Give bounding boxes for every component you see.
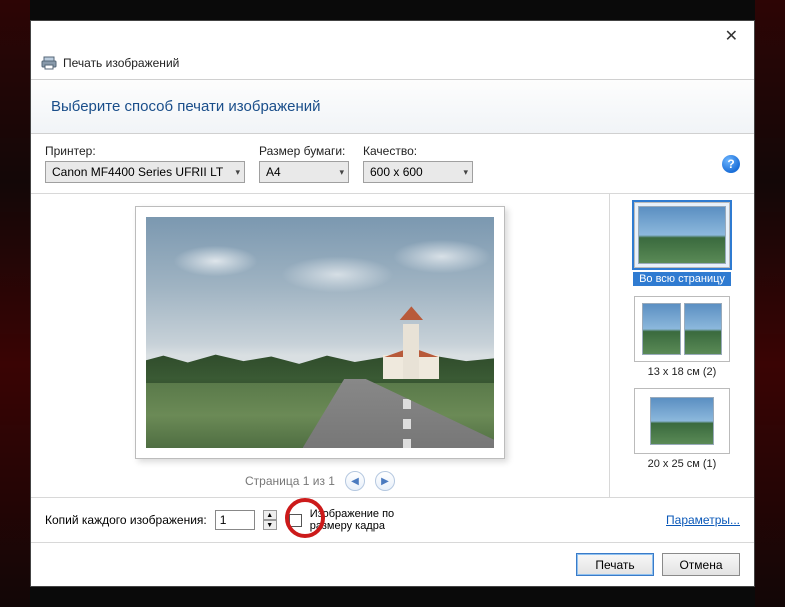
page-preview: [135, 206, 505, 459]
preview-image: [146, 217, 494, 448]
print-button[interactable]: Печать: [576, 553, 654, 576]
next-page-button[interactable]: ▶: [375, 471, 395, 491]
spin-down-button[interactable]: ▼: [263, 520, 277, 530]
preview-pane: Страница 1 из 1 ◀ ▶: [31, 194, 609, 497]
copies-spinner: ▲ ▼: [263, 510, 277, 530]
paper-select[interactable]: A4 ▾: [259, 161, 349, 183]
layout-thumb: [634, 388, 730, 454]
printer-value: Canon MF4400 Series UFRII LT: [52, 165, 223, 179]
printer-field: Принтер: Canon MF4400 Series UFRII LT ▾: [45, 144, 245, 183]
prev-page-button[interactable]: ◀: [345, 471, 365, 491]
layout-13x18[interactable]: 13 x 18 см (2): [634, 296, 730, 378]
close-button[interactable]: ✕: [717, 24, 746, 48]
layout-label: Во всю страницу: [633, 272, 731, 286]
help-button[interactable]: ?: [722, 155, 740, 173]
quality-value: 600 x 600: [370, 165, 423, 179]
titlebar: ✕: [31, 21, 754, 51]
paper-label: Размер бумаги:: [259, 144, 349, 158]
printer-select[interactable]: Canon MF4400 Series UFRII LT ▾: [45, 161, 245, 183]
layout-label: 13 x 18 см (2): [648, 366, 717, 378]
fit-frame-label: Изображение по размеру кадра: [310, 508, 420, 532]
layout-label: 20 x 25 см (1): [648, 458, 717, 470]
printer-icon: [41, 55, 57, 71]
fit-frame-checkbox[interactable]: [289, 514, 302, 527]
quality-field: Качество: 600 x 600 ▾: [363, 144, 473, 183]
cancel-button[interactable]: Отмена: [662, 553, 740, 576]
paper-value: A4: [266, 165, 281, 179]
paper-field: Размер бумаги: A4 ▾: [259, 144, 349, 183]
main-area: Страница 1 из 1 ◀ ▶ Во всю страницу 13 x…: [31, 194, 754, 497]
dialog-buttons: Печать Отмена: [31, 542, 754, 586]
parameters-link[interactable]: Параметры...: [666, 513, 740, 527]
printer-label: Принтер:: [45, 144, 245, 158]
copies-input[interactable]: [215, 510, 255, 530]
dialog-header: Печать изображений: [31, 51, 754, 79]
layout-full-page[interactable]: Во всю страницу: [633, 202, 731, 286]
pager: Страница 1 из 1 ◀ ▶: [245, 471, 395, 491]
pager-text: Страница 1 из 1: [245, 474, 335, 488]
layouts-pane[interactable]: Во всю страницу 13 x 18 см (2) 20 x 25 с…: [609, 194, 754, 497]
layout-thumb: [634, 202, 730, 268]
quality-label: Качество:: [363, 144, 473, 158]
layout-thumb: [634, 296, 730, 362]
instruction-text: Выберите способ печати изображений: [31, 79, 754, 134]
dialog-title: Печать изображений: [63, 56, 179, 70]
quality-select[interactable]: 600 x 600 ▾: [363, 161, 473, 183]
copies-label: Копий каждого изображения:: [45, 513, 207, 527]
chevron-down-icon: ▾: [463, 167, 468, 178]
spin-up-button[interactable]: ▲: [263, 510, 277, 520]
chevron-down-icon: ▾: [235, 167, 240, 178]
copies-row: Копий каждого изображения: ▲ ▼ Изображен…: [31, 497, 754, 542]
layout-20x25[interactable]: 20 x 25 см (1): [634, 388, 730, 470]
print-dialog: ✕ Печать изображений Выберите способ печ…: [30, 20, 755, 587]
chevron-down-icon: ▾: [339, 167, 344, 178]
print-options-row: Принтер: Canon MF4400 Series UFRII LT ▾ …: [31, 134, 754, 194]
